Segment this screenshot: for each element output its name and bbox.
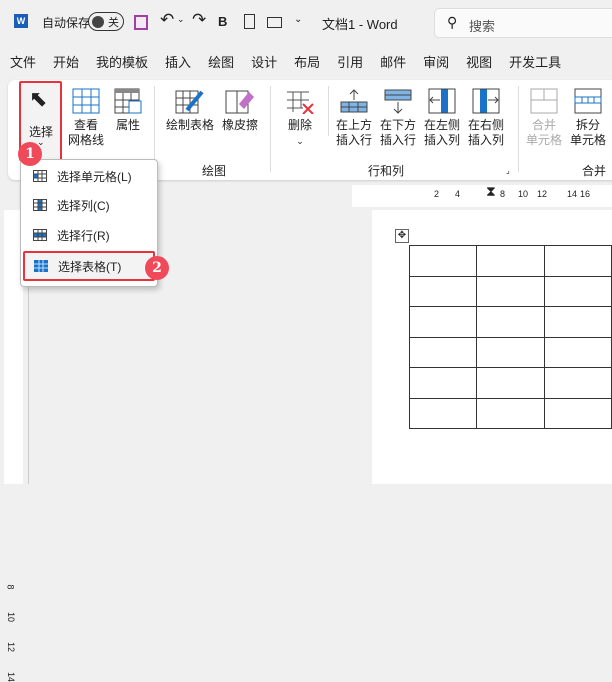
- tab-layout[interactable]: 布局: [294, 52, 320, 74]
- tab-mailings[interactable]: 邮件: [380, 52, 406, 74]
- tab-developer[interactable]: 开发工具: [509, 52, 561, 74]
- word-logo-icon: W: [14, 14, 28, 28]
- autosave-toggle[interactable]: 关: [88, 12, 124, 31]
- eraser-icon: [225, 90, 254, 114]
- step-badge-1: 1: [18, 142, 42, 166]
- select-table-icon: [34, 260, 48, 272]
- tab-view[interactable]: 视图: [466, 52, 492, 74]
- chevron-down-icon: ⌄: [296, 136, 304, 146]
- select-dropdown-menu: 选择单元格(L) 选择列(C) 选择行(R) 选择表格(T): [20, 159, 158, 287]
- tab-templates[interactable]: 我的模板: [96, 52, 148, 74]
- undo-dropdown-icon[interactable]: ⌄: [177, 14, 185, 25]
- tab-review[interactable]: 审阅: [423, 52, 449, 74]
- group-label-rows-cols: 行和列: [368, 164, 405, 178]
- tab-design[interactable]: 设计: [251, 52, 277, 74]
- undo-icon[interactable]: ↶: [160, 10, 174, 30]
- document-table[interactable]: [408, 245, 612, 429]
- insert-row-below-icon: [384, 89, 412, 114]
- menu-item-select-column[interactable]: 选择列(C): [21, 191, 157, 219]
- search-icon: ⚲: [447, 14, 458, 30]
- customize-toolbar-icon[interactable]: ⌄: [294, 14, 302, 25]
- ribbon-tabs: 文件 开始 我的模板 插入 绘图 设计 布局 引用 邮件 审阅 视图 开发工具: [0, 52, 568, 74]
- autosave-label: 自动保存: [42, 16, 91, 30]
- insert-column-left-icon: [428, 88, 456, 114]
- properties-button[interactable]: 属性: [110, 88, 146, 133]
- pencil-table-icon: [175, 90, 204, 114]
- title-bar: W 自动保存 关 ↶ ⌄ ↷ B ⌄ 文档1 - Word ⚲ 搜索: [0, 0, 612, 44]
- indent-marker-icon[interactable]: ⧗: [486, 183, 496, 200]
- insert-above-button[interactable]: 在上方 插入行: [334, 88, 374, 148]
- redo-icon[interactable]: ↷: [192, 10, 206, 30]
- document-title: 文档1 - Word: [322, 17, 398, 32]
- save-icon[interactable]: [134, 15, 148, 30]
- select-column-icon: [33, 199, 47, 211]
- grid-icon: [72, 88, 100, 114]
- split-cells-button[interactable]: 拆分 单元格: [568, 88, 608, 148]
- tab-references[interactable]: 引用: [337, 52, 363, 74]
- table-move-handle-icon[interactable]: ✥: [395, 229, 409, 243]
- insert-left-button[interactable]: 在左侧 插入列: [422, 88, 462, 148]
- new-document-icon[interactable]: [244, 14, 255, 29]
- bold-button[interactable]: B: [218, 14, 227, 29]
- group-label-draw: 绘图: [202, 164, 227, 178]
- eraser-button[interactable]: 橡皮擦: [220, 88, 260, 133]
- insert-below-button[interactable]: 在下方 插入行: [378, 88, 418, 148]
- open-folder-icon[interactable]: [267, 17, 282, 28]
- merge-cells-icon: [530, 88, 558, 114]
- menu-item-select-table[interactable]: 选择表格(T): [23, 251, 155, 281]
- view-gridlines-button[interactable]: 查看 网格线: [66, 88, 106, 148]
- tab-insert[interactable]: 插入: [165, 52, 191, 74]
- delete-table-icon: [287, 91, 314, 114]
- group-label-merge: 合并: [582, 164, 607, 178]
- insert-column-right-icon: [472, 88, 500, 114]
- menu-item-select-row[interactable]: 选择行(R): [21, 221, 157, 249]
- insert-row-above-icon: [340, 89, 368, 113]
- delete-button[interactable]: 删除 ⌄: [280, 88, 320, 149]
- menu-item-select-cell[interactable]: 选择单元格(L): [21, 162, 157, 190]
- cursor-icon: ⬉: [29, 86, 48, 111]
- dialog-launcher-icon[interactable]: ⌟: [506, 166, 510, 175]
- split-cells-icon: [574, 88, 602, 114]
- tab-home[interactable]: 开始: [53, 52, 79, 74]
- tab-file[interactable]: 文件: [10, 52, 36, 74]
- draw-table-button[interactable]: 绘制表格: [164, 88, 216, 133]
- select-cell-icon: [33, 170, 47, 182]
- tab-draw[interactable]: 绘图: [208, 52, 234, 74]
- step-badge-2: 2: [145, 256, 169, 280]
- select-row-icon: [33, 229, 47, 241]
- search-input[interactable]: ⚲ 搜索: [434, 8, 612, 38]
- insert-right-button[interactable]: 在右侧 插入列: [466, 88, 506, 148]
- merge-cells-button[interactable]: 合并 单元格: [524, 88, 564, 148]
- table-properties-icon: [114, 88, 142, 114]
